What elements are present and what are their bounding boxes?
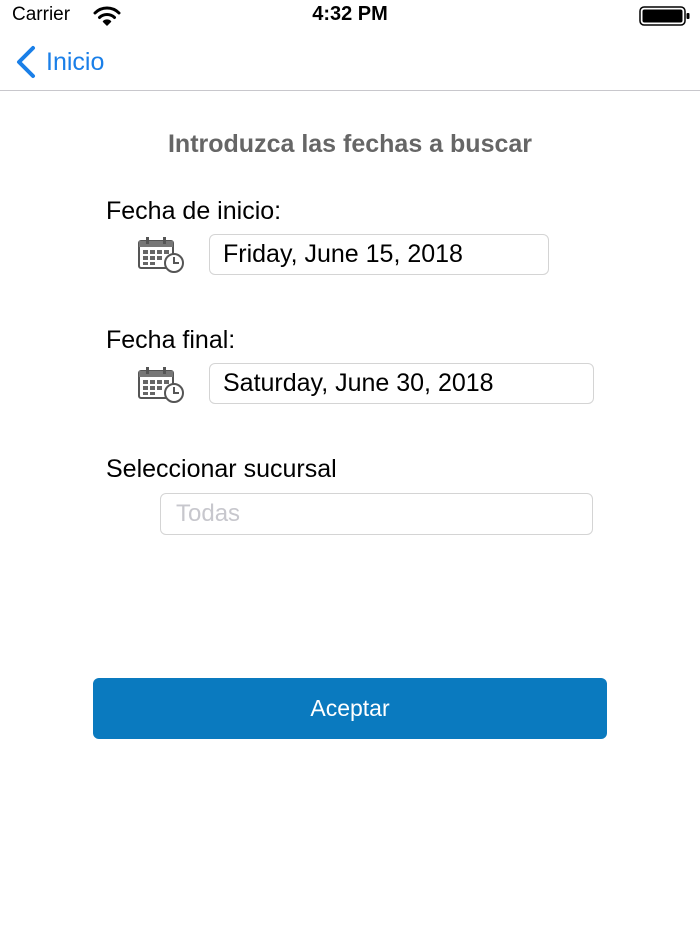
branch-label: Seleccionar sucursal xyxy=(106,455,337,483)
start-date-field[interactable]: Friday, June 15, 2018 xyxy=(209,234,549,275)
calendar-icon xyxy=(138,237,184,273)
status-bar: Carrier 4:32 PM xyxy=(0,0,700,34)
back-button-label: Inicio xyxy=(46,47,105,76)
back-chevron-icon xyxy=(17,46,35,78)
battery-icon xyxy=(639,6,690,26)
end-date-label: Fecha final: xyxy=(106,326,236,354)
branch-input[interactable] xyxy=(160,493,593,535)
back-button[interactable]: Inicio xyxy=(14,42,104,82)
accept-button[interactable]: Aceptar xyxy=(93,678,607,739)
end-date-field[interactable]: Saturday, June 30, 2018 xyxy=(209,363,594,404)
page-title: Introduzca las fechas a buscar xyxy=(167,130,533,158)
clock: 4:32 PM xyxy=(312,3,388,25)
start-date-label: Fecha de inicio: xyxy=(106,197,282,225)
navigation-bar: Inicio xyxy=(0,34,700,91)
calendar-icon xyxy=(138,367,184,403)
